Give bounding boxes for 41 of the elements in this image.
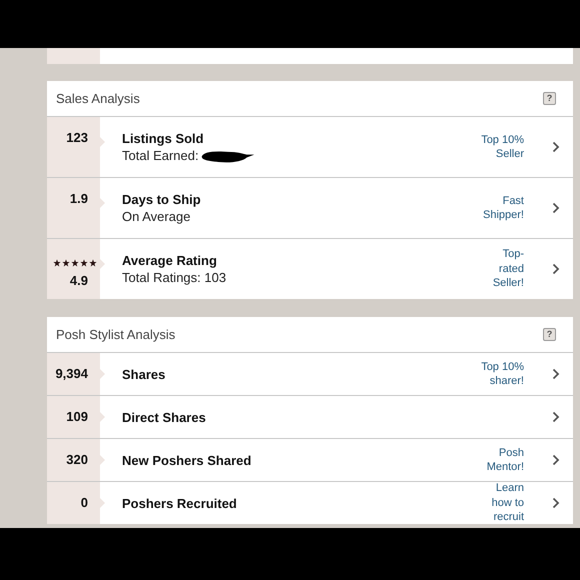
achievement-link[interactable]: Fast Shipper! bbox=[483, 194, 524, 222]
stat-value: 123 bbox=[66, 130, 88, 146]
achievement-link[interactable]: Posh Mentor! bbox=[486, 446, 524, 474]
help-button[interactable]: ? bbox=[543, 92, 556, 105]
achievement-link[interactable]: Top- rated Seller! bbox=[492, 247, 524, 291]
stat-label: Direct Shares bbox=[122, 408, 207, 426]
chevron-right-icon bbox=[552, 202, 560, 214]
stat-value: 0 bbox=[80, 495, 88, 511]
panel-title: Sales Analysis bbox=[56, 91, 140, 106]
stat-value: 4.9 bbox=[70, 273, 88, 289]
stat-row[interactable]: 320 New Poshers Shared Posh Mentor! bbox=[47, 439, 573, 482]
chevron-right-icon bbox=[552, 368, 560, 380]
stat-label: Listings Sold bbox=[122, 130, 205, 147]
chevron-right-icon bbox=[552, 454, 560, 466]
stat-label: Average Rating bbox=[122, 252, 218, 269]
stat-label: Shares bbox=[122, 366, 166, 382]
stat-label: Poshers Recruited bbox=[122, 494, 238, 512]
achievement-link[interactable]: Learn how to recruit bbox=[492, 481, 524, 525]
achievement-link[interactable]: Top 10% sharer! bbox=[481, 360, 524, 388]
chevron-right-icon bbox=[552, 497, 560, 509]
stat-value: 9,394 bbox=[55, 366, 88, 382]
stat-value: 320 bbox=[66, 452, 88, 468]
panel-title: Posh Stylist Analysis bbox=[56, 327, 176, 342]
stat-row[interactable]: 4.9 Average Rating Total Ratings: 103 Top- rated Seller! bbox=[47, 239, 573, 299]
stat-value: 1.9 bbox=[70, 191, 88, 207]
chevron-right-icon bbox=[552, 263, 560, 275]
stat-label: Days to Ship bbox=[122, 191, 202, 208]
stat-row[interactable]: 109 Direct Shares bbox=[47, 396, 573, 439]
achievement-link[interactable]: Top 10% Seller bbox=[481, 132, 524, 162]
stat-row[interactable]: 0 Poshers Recruited Learn how to recruit bbox=[47, 482, 573, 524]
stat-sublabel: Total Ratings: 103 bbox=[122, 269, 226, 287]
stat-sublabel: Total Earned: bbox=[122, 147, 199, 165]
stat-row[interactable]: 1.9 Days to Ship On Average Fast Shipper! bbox=[47, 178, 573, 239]
chevron-right-icon bbox=[552, 141, 560, 153]
stat-label: New Poshers Shared bbox=[122, 452, 252, 468]
chevron-right-icon bbox=[552, 411, 560, 423]
stat-value: 109 bbox=[66, 409, 88, 425]
stat-row[interactable]: 123 Listings Sold Total Earned: Top 10% Seller bbox=[47, 117, 573, 178]
stat-sublabel: On Average bbox=[122, 208, 190, 226]
stat-row[interactable]: 9,394 Shares Top 10% sharer! bbox=[47, 353, 573, 396]
help-button[interactable]: ? bbox=[543, 328, 556, 341]
